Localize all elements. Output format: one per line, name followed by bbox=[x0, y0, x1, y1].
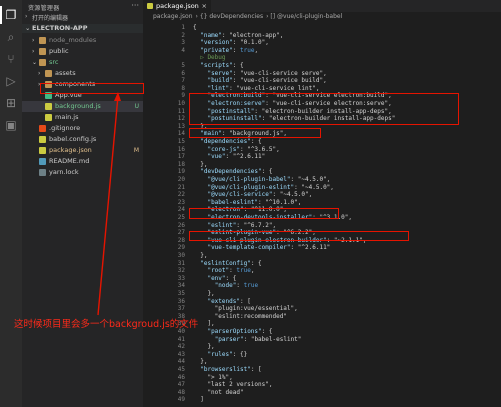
annotation-arrow bbox=[97, 92, 121, 316]
background-js-highlight-box bbox=[40, 83, 144, 94]
annotation-text: 这时候项目里会多一个backgroud.js的文件 bbox=[14, 319, 199, 330]
